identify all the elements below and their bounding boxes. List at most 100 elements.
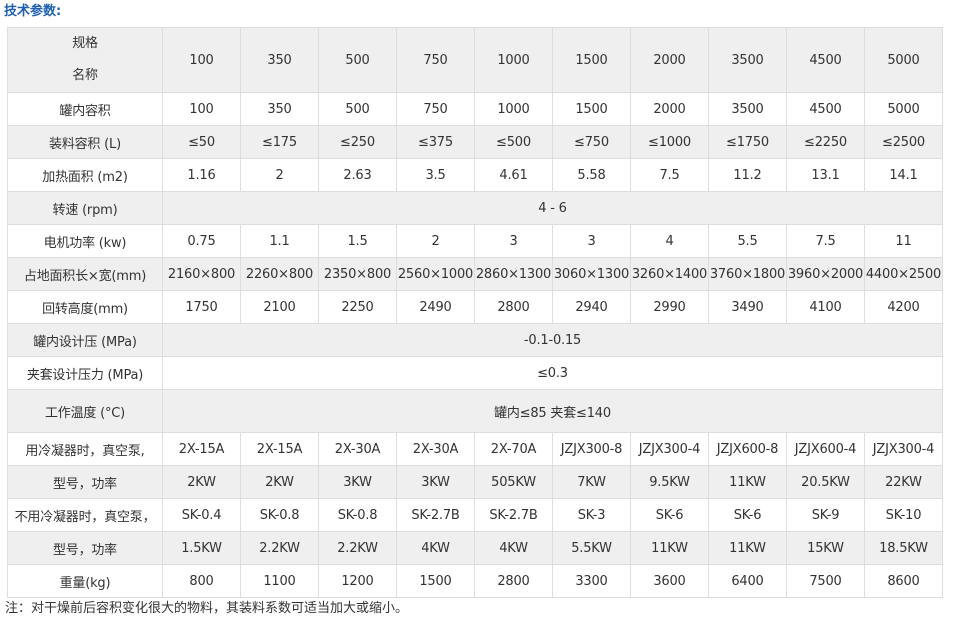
footnote: 注：对干燥前后容积变化很大的物料，其装料系数可适当加大或缩小。 xyxy=(5,601,409,616)
header-model-cell: 5000 xyxy=(864,27,943,93)
value-cell: JZJX600-4 xyxy=(786,432,865,466)
value-cell: SK-2.7B xyxy=(396,498,475,532)
value-cell: 13.1 xyxy=(786,158,865,192)
row-label-cell: 电机功率 (kw) xyxy=(7,224,163,258)
value-cell: 1.5 xyxy=(318,224,397,258)
header-model-cell: 1000 xyxy=(474,27,553,93)
value-cell: 2250 xyxy=(318,290,397,324)
value-cell: 4400×2500 xyxy=(864,257,943,291)
value-cell: 4.61 xyxy=(474,158,553,192)
value-cell: 4200 xyxy=(864,290,943,324)
value-cell: 800 xyxy=(162,564,241,598)
value-cell: 1.16 xyxy=(162,158,241,192)
value-cell: 3KW xyxy=(318,465,397,499)
row-label-cell: 型号，功率 xyxy=(7,531,163,565)
header-model-cell: 3500 xyxy=(708,27,787,93)
table-row: 用冷凝器时，真空泵, 2X-15A 2X-15A 2X-30A 2X-30A 2X-70A… xyxy=(7,432,943,466)
value-cell: 3600 xyxy=(630,564,709,598)
row-label-cell: 用冷凝器时，真空泵, xyxy=(7,432,163,466)
value-cell: 7.5 xyxy=(786,224,865,258)
value-cell: 1.5KW xyxy=(162,531,241,565)
value-cell: 11KW xyxy=(708,531,787,565)
value-cell: JZJX300-8 xyxy=(552,432,631,466)
value-cell: 2.63 xyxy=(318,158,397,192)
value-cell: 2000 xyxy=(630,92,709,126)
value-cell: 500 xyxy=(318,92,397,126)
table-row: 转速 (rpm) 4 - 6 xyxy=(7,191,943,225)
row-label-cell: 不用冷凝器时，真空泵， xyxy=(7,498,163,532)
value-cell: JZJX600-8 xyxy=(708,432,787,466)
value-cell: 2560×1000 xyxy=(396,257,475,291)
value-cell: ≤250 xyxy=(318,125,397,159)
table-row: 罐内设计压 (MPa) -0.1-0.15 xyxy=(7,323,943,357)
row-label-cell: 型号，功率 xyxy=(7,465,163,499)
table-row: 回转高度(mm) 1750 2100 2250 2490 2800 2940 2990 3490… xyxy=(7,290,943,324)
table-row: 加热面积 (m2) 1.16 2 2.63 3.5 4.61 5.58 7.5 11.2 13.1… xyxy=(7,158,943,192)
spec-table: 规格 名称 100 350 500 750 1000 1500 2000 350… xyxy=(7,27,943,598)
value-cell: 3060×1300 xyxy=(552,257,631,291)
value-cell: 7500 xyxy=(786,564,865,598)
value-cell: 4500 xyxy=(786,92,865,126)
table-row: 型号，功率 2KW 2KW 3KW 3KW 505KW 7KW 9.5KW 11KW 20.5KW… xyxy=(7,465,943,499)
header-model-cell: 2000 xyxy=(630,27,709,93)
value-cell: 5000 xyxy=(864,92,943,126)
value-cell: 15KW xyxy=(786,531,865,565)
table-row: 不用冷凝器时，真空泵， SK-0.4 SK-0.8 SK-0.8 SK-2.7B SK-2… xyxy=(7,498,943,532)
value-cell: SK-2.7B xyxy=(474,498,553,532)
value-cell: ≤175 xyxy=(240,125,319,159)
row-label-cell: 工作温度 (°C) xyxy=(7,389,163,433)
header-model-cell: 1500 xyxy=(552,27,631,93)
header-model-cell: 500 xyxy=(318,27,397,93)
table-row: 占地面积长×宽(mm) 2160×800 2260×800 2350×800 2560×… xyxy=(7,257,943,291)
value-cell: 11 xyxy=(864,224,943,258)
value-cell: SK-9 xyxy=(786,498,865,532)
merged-value-cell: 4 - 6 xyxy=(162,191,943,225)
value-cell: 2160×800 xyxy=(162,257,241,291)
spec-table-body: 规格 名称 100 350 500 750 1000 1500 2000 350… xyxy=(7,27,943,598)
row-label-cell: 罐内设计压 (MPa) xyxy=(7,323,163,357)
header-model-cell: 4500 xyxy=(786,27,865,93)
value-cell: 1750 xyxy=(162,290,241,324)
merged-value-cell: -0.1-0.15 xyxy=(162,323,943,357)
value-cell: 3KW xyxy=(396,465,475,499)
value-cell: ≤500 xyxy=(474,125,553,159)
value-cell: 2 xyxy=(396,224,475,258)
value-cell: 2.2KW xyxy=(318,531,397,565)
row-label-cell: 罐内容积 xyxy=(7,92,163,126)
value-cell: 2800 xyxy=(474,564,553,598)
value-cell: SK-0.8 xyxy=(318,498,397,532)
value-cell: 14.1 xyxy=(864,158,943,192)
value-cell: 3300 xyxy=(552,564,631,598)
value-cell: 20.5KW xyxy=(786,465,865,499)
value-cell: 1200 xyxy=(318,564,397,598)
value-cell: 2X-70A xyxy=(474,432,553,466)
value-cell: SK-0.4 xyxy=(162,498,241,532)
value-cell: JZJX300-4 xyxy=(864,432,943,466)
table-row: 装料容积 (L) ≤50 ≤175 ≤250 ≤375 ≤500 ≤750 ≤1000 ≤175… xyxy=(7,125,943,159)
value-cell: 1500 xyxy=(552,92,631,126)
value-cell: 505KW xyxy=(474,465,553,499)
row-label-cell: 回转高度(mm) xyxy=(7,290,163,324)
table-row: 工作温度 (°C) 罐内≤85 夹套≤140 xyxy=(7,389,943,433)
value-cell: 18.5KW xyxy=(864,531,943,565)
value-cell: ≤2500 xyxy=(864,125,943,159)
value-cell: 3760×1800 xyxy=(708,257,787,291)
value-cell: 350 xyxy=(240,92,319,126)
value-cell: 5.5 xyxy=(708,224,787,258)
value-cell: JZJX300-4 xyxy=(630,432,709,466)
value-cell: 750 xyxy=(396,92,475,126)
value-cell: 11KW xyxy=(630,531,709,565)
value-cell: 2860×1300 xyxy=(474,257,553,291)
value-cell: SK-0.8 xyxy=(240,498,319,532)
value-cell: 1.1 xyxy=(240,224,319,258)
value-cell: 7.5 xyxy=(630,158,709,192)
value-cell: 2KW xyxy=(162,465,241,499)
value-cell: 2990 xyxy=(630,290,709,324)
value-cell: 6400 xyxy=(708,564,787,598)
row-label-cell: 加热面积 (m2) xyxy=(7,158,163,192)
value-cell: SK-10 xyxy=(864,498,943,532)
value-cell: 4KW xyxy=(474,531,553,565)
value-cell: 8600 xyxy=(864,564,943,598)
value-cell: 0.75 xyxy=(162,224,241,258)
value-cell: 3260×1400 xyxy=(630,257,709,291)
